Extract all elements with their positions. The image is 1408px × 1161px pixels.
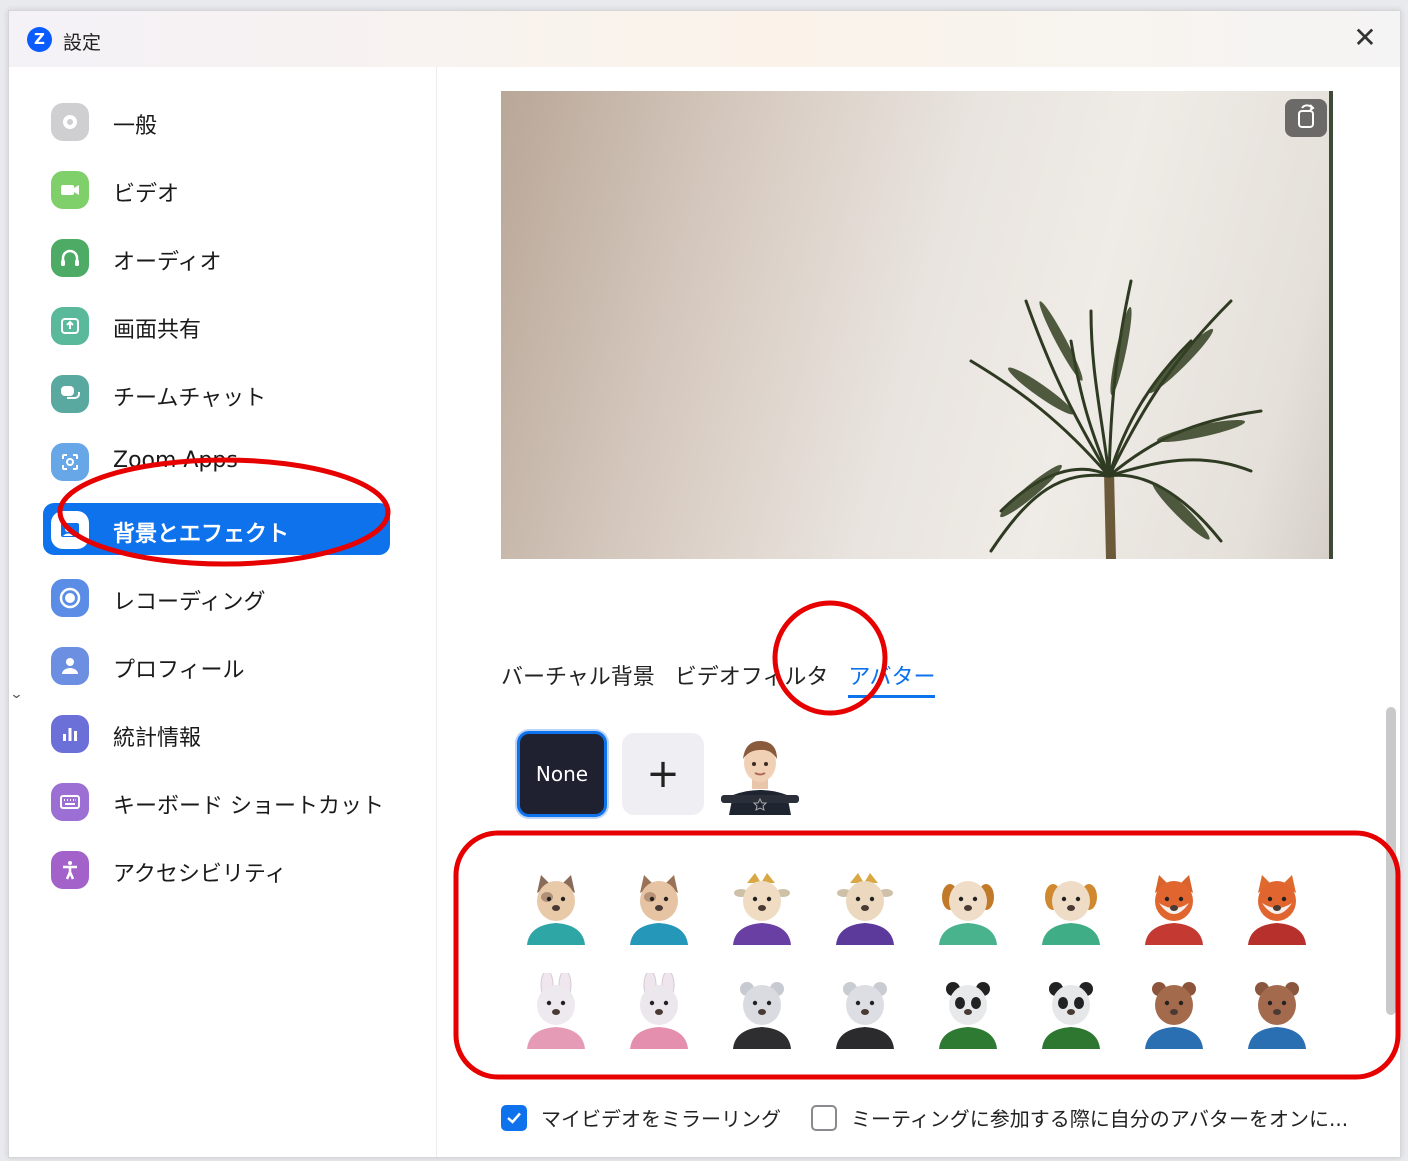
person-avatar-icon — [721, 741, 799, 815]
rabbit-avatar[interactable] — [622, 970, 696, 1049]
sidebar-item-label: チームチャット — [113, 386, 267, 411]
fox-avatar[interactable] — [1137, 869, 1211, 945]
none-avatar-button[interactable]: None — [517, 731, 607, 817]
record-icon — [51, 579, 89, 617]
tab-1[interactable]: ビデオフィルタ — [675, 659, 829, 698]
cat-avatar[interactable] — [622, 869, 696, 945]
chevron-down-icon[interactable]: ⌄ — [9, 687, 23, 702]
rotate-camera-button[interactable] — [1285, 99, 1327, 137]
background-icon — [51, 511, 89, 549]
otter-avatar[interactable] — [1240, 973, 1314, 1049]
polar-bear-avatar[interactable] — [725, 973, 799, 1049]
checkmark-icon — [507, 1112, 521, 1124]
cat-avatar[interactable] — [519, 869, 593, 945]
rotate-icon — [1298, 104, 1315, 128]
sidebar-item-keyboard[interactable]: キーボード ショートカット — [43, 775, 390, 827]
sidebar-item-share-screen[interactable]: 画面共有 — [43, 299, 390, 351]
profile-icon — [51, 647, 89, 685]
fox-avatar[interactable] — [1240, 869, 1314, 945]
polar-bear-avatar[interactable] — [828, 973, 902, 1049]
sidebar-item-headphones[interactable]: オーディオ — [43, 231, 390, 283]
tab-0[interactable]: バーチャル背景 — [501, 659, 655, 698]
main-content: バーチャル背景 ビデオフィルタ アバター None + マイビデオをミラーリング… — [437, 67, 1400, 1157]
sidebar-item-label: レコーディング — [113, 590, 266, 615]
apps-icon — [51, 443, 89, 481]
sidebar-item-label: 一般 — [113, 114, 158, 139]
sidebar-item-label: キーボード ショートカット — [113, 794, 384, 819]
panda-avatar[interactable] — [1034, 973, 1108, 1049]
video-preview — [501, 91, 1333, 559]
sidebar-item-apps[interactable]: Zoom Apps — [43, 435, 390, 487]
mirror-video-checkbox[interactable] — [501, 1104, 527, 1131]
title-bar: Z 設定 ✕ — [9, 11, 1400, 67]
avatar-grid — [519, 869, 1306, 1049]
otter-avatar[interactable] — [1137, 973, 1211, 1049]
mirror-video-label: マイビデオをミラーリング — [541, 1107, 781, 1131]
statistics-icon — [51, 715, 89, 753]
video-camera-icon — [51, 171, 89, 209]
share-screen-icon — [51, 307, 89, 345]
window-title: 設定 — [63, 32, 102, 54]
sidebar-item-label: 背景とエフェクト — [113, 522, 290, 547]
sidebar-item-background[interactable]: 背景とエフェクト — [43, 503, 390, 555]
avatar-on-join-label: ミーティングに参加する際に自分のアバターをオンに... — [851, 1107, 1349, 1131]
gear-icon — [51, 103, 89, 141]
headphones-icon — [51, 239, 89, 277]
sidebar-item-chat[interactable]: チームチャット — [43, 367, 390, 419]
avatar-options: マイビデオをミラーリング ミーティングに参加する際に自分のアバターをオンに... — [501, 1103, 1348, 1132]
sidebar-item-accessibility[interactable]: アクセシビリティ — [43, 843, 390, 895]
cow-avatar[interactable] — [828, 869, 902, 945]
sidebar-item-video-camera[interactable]: ビデオ — [43, 163, 390, 215]
my-avatar[interactable] — [719, 733, 801, 815]
dog-avatar[interactable] — [1034, 869, 1108, 945]
sidebar-item-profile[interactable]: プロフィール — [43, 639, 390, 691]
close-button[interactable]: ✕ — [1348, 21, 1382, 55]
cow-avatar[interactable] — [725, 869, 799, 945]
avatar-on-join-checkbox[interactable] — [811, 1104, 837, 1131]
panda-avatar[interactable] — [931, 973, 1005, 1049]
sidebar-item-gear[interactable]: 一般 — [43, 95, 390, 147]
add-avatar-button[interactable]: + — [622, 733, 704, 815]
scrollbar[interactable] — [1386, 707, 1396, 1015]
sidebar-item-label: プロフィール — [113, 658, 245, 683]
plant-image — [969, 279, 1263, 559]
effect-tabs: バーチャル背景 ビデオフィルタ アバター — [501, 659, 936, 698]
avatar-controls: None + — [517, 731, 801, 817]
sidebar-item-label: 画面共有 — [113, 318, 202, 343]
sidebar-item-label: アクセシビリティ — [113, 862, 287, 887]
sidebar-item-label: 統計情報 — [113, 726, 202, 751]
sidebar-item-label: ビデオ — [113, 182, 180, 207]
settings-window: Z 設定 ✕ ⌄ 一般ビデオオーディオ画面共有チームチャット Zoom Apps 背… — [8, 10, 1401, 1158]
wall-edge — [1329, 91, 1333, 559]
sidebar-item-label: Zoom Apps — [113, 448, 238, 473]
sidebar: ⌄ 一般ビデオオーディオ画面共有チームチャット Zoom Apps 背景とエフェクト… — [9, 67, 437, 1157]
tab-2[interactable]: アバター — [848, 659, 936, 698]
zoom-logo-icon: Z — [27, 27, 52, 52]
dog-avatar[interactable] — [931, 869, 1005, 945]
sidebar-item-record[interactable]: レコーディング — [43, 571, 390, 623]
keyboard-icon — [51, 783, 89, 821]
rabbit-avatar[interactable] — [519, 970, 593, 1049]
sidebar-item-label: オーディオ — [113, 250, 222, 275]
accessibility-icon — [51, 851, 89, 889]
chat-icon — [51, 375, 89, 413]
sidebar-item-statistics[interactable]: 統計情報 — [43, 707, 390, 759]
